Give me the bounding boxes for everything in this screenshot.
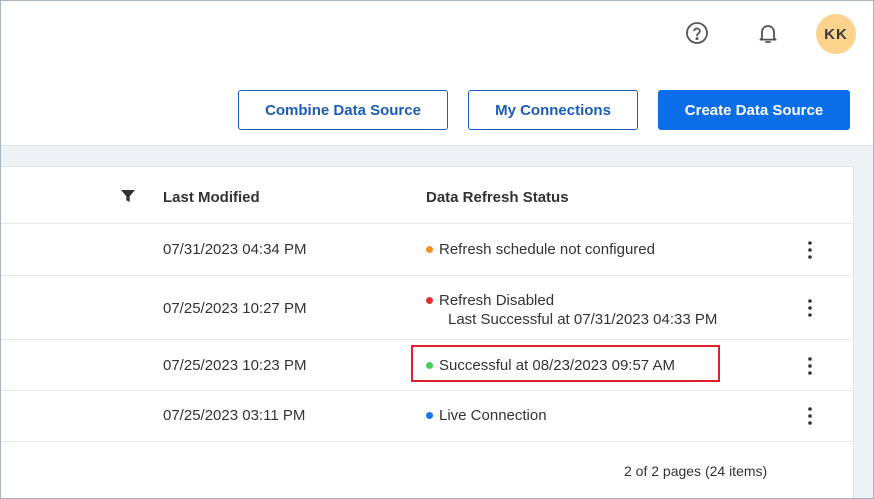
last-modified-cell: 07/31/2023 04:34 PM bbox=[163, 241, 307, 258]
table-header: Last Modified Data Refresh Status bbox=[0, 167, 853, 224]
notifications-button[interactable] bbox=[752, 17, 784, 49]
status-dot bbox=[426, 246, 433, 253]
last-modified-cell: 07/25/2023 03:11 PM bbox=[163, 407, 306, 424]
help-button[interactable] bbox=[681, 17, 713, 49]
more-vertical-icon bbox=[808, 241, 812, 259]
status-text: Live Connection bbox=[439, 407, 547, 424]
last-modified-cell: 07/25/2023 10:27 PM bbox=[163, 300, 307, 317]
status-subtext: Last Successful at 07/31/2023 04:33 PM bbox=[448, 311, 718, 328]
row-menu-button[interactable] bbox=[800, 404, 820, 428]
top-bar: KK Combine Data Source My Connections Cr… bbox=[0, 0, 874, 146]
table-row[interactable]: 07/25/2023 10:23 PM Successful at 08/23/… bbox=[0, 340, 853, 391]
status-text: Refresh schedule not configured bbox=[439, 241, 655, 258]
row-menu-button[interactable] bbox=[800, 296, 820, 320]
more-vertical-icon bbox=[808, 357, 812, 375]
refresh-status-cell: Live Connection bbox=[426, 407, 547, 424]
column-header-last-modified[interactable]: Last Modified bbox=[163, 189, 260, 206]
help-circle-icon bbox=[686, 22, 708, 44]
last-modified-cell: 07/25/2023 10:23 PM bbox=[163, 357, 307, 374]
status-dot bbox=[426, 412, 433, 419]
more-vertical-icon bbox=[808, 407, 812, 425]
column-header-refresh-status[interactable]: Data Refresh Status bbox=[426, 189, 569, 206]
filter-icon[interactable] bbox=[120, 188, 136, 204]
status-dot bbox=[426, 297, 433, 304]
refresh-status-cell: Refresh Disabled bbox=[426, 292, 554, 309]
row-menu-button[interactable] bbox=[800, 238, 820, 262]
status-dot bbox=[426, 362, 433, 369]
create-data-source-button[interactable]: Create Data Source bbox=[658, 90, 850, 130]
pagination-info: 2 of 2 pages (24 items) bbox=[624, 463, 768, 479]
status-text: Refresh Disabled bbox=[439, 292, 555, 309]
status-text: Successful at 08/23/2023 09:57 AM bbox=[439, 357, 675, 374]
more-vertical-icon bbox=[808, 299, 812, 317]
table-row[interactable]: 07/25/2023 10:27 PM Refresh Disabled Las… bbox=[0, 276, 853, 340]
my-connections-button[interactable]: My Connections bbox=[468, 90, 638, 130]
table-row[interactable]: 07/31/2023 04:34 PM Refresh schedule not… bbox=[0, 224, 853, 276]
combine-data-source-button[interactable]: Combine Data Source bbox=[238, 90, 448, 130]
data-sources-table: Last Modified Data Refresh Status 07/31/… bbox=[0, 166, 854, 499]
refresh-status-cell: Refresh schedule not configured bbox=[426, 241, 655, 258]
table-row[interactable]: 07/25/2023 03:11 PM Live Connection bbox=[0, 391, 853, 442]
bell-icon bbox=[759, 25, 777, 43]
refresh-status-cell: Successful at 08/23/2023 09:57 AM bbox=[426, 357, 675, 374]
user-avatar[interactable]: KK bbox=[816, 14, 856, 54]
row-menu-button[interactable] bbox=[800, 354, 820, 378]
